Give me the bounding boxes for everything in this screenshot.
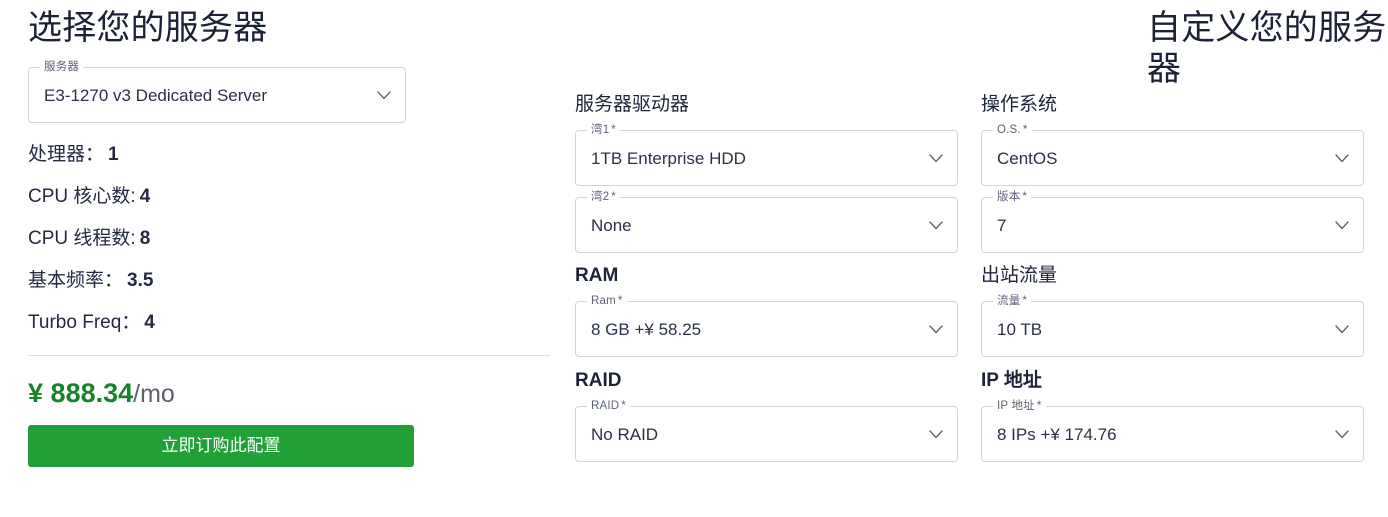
section-title-outbound-traffic: 出站流量 xyxy=(981,264,1058,286)
section-outbound-traffic: 出站流量 流量 * 10 TB xyxy=(981,264,1364,357)
price-divider xyxy=(28,354,550,356)
section-operating-system: 操作系统 O.S. * CentOS 版本 * 7 xyxy=(981,94,1364,253)
os-select[interactable]: O.S. * CentOS xyxy=(981,122,1364,186)
bay2-select[interactable]: 湾2 * None xyxy=(575,189,958,253)
server-select-label: 服务器 xyxy=(40,59,84,74)
os-version-select-value: 7 xyxy=(997,216,1007,235)
spec-row-cpu-cores: CPU 核心数: 4 xyxy=(28,187,572,206)
order-now-button[interactable]: 立即订购此配置 xyxy=(28,424,414,467)
section-server-drives: 服务器驱动器 湾1 * 1TB Enterprise HDD 湾2 * None xyxy=(575,94,958,253)
ip-select[interactable]: IP 地址 * 8 IPs +¥ 174.76 xyxy=(981,398,1364,462)
os-select-value: CentOS xyxy=(997,149,1058,168)
chevron-down-icon xyxy=(1335,430,1349,439)
spec-row-turbo-freq: Turbo Freq： 4 xyxy=(28,313,572,332)
section-title-raid: RAID xyxy=(575,369,622,391)
spec-label: Turbo Freq： xyxy=(28,311,141,333)
server-configurator-page: 选择您的服务器 服务器 E3-1270 v3 Dedicated Server … xyxy=(0,0,1388,517)
ip-select-value: 8 IPs +¥ 174.76 xyxy=(997,425,1117,444)
ram-select-label: Ram * xyxy=(587,293,627,308)
ip-select-label: IP 地址 * xyxy=(993,398,1046,413)
spec-row-base-freq: 基本频率： 3.5 xyxy=(28,271,572,290)
price-display: ¥ 888.34/mo xyxy=(28,377,572,408)
raid-select-label: RAID * xyxy=(587,398,630,413)
section-title-server-drives: 服务器驱动器 xyxy=(575,94,690,115)
chevron-down-icon xyxy=(929,154,943,163)
bandwidth-select-label: 流量 * xyxy=(993,293,1032,308)
section-ip-addresses: IP 地址 IP 地址 * 8 IPs +¥ 174.76 xyxy=(981,369,1364,462)
chevron-down-icon xyxy=(929,430,943,439)
bay1-select-label: 湾1 * xyxy=(587,122,620,137)
bay1-select[interactable]: 湾1 * 1TB Enterprise HDD xyxy=(575,122,958,186)
price-currency: ¥ xyxy=(28,377,44,408)
price-period: /mo xyxy=(133,379,175,408)
section-ram: RAM Ram * 8 GB +¥ 58.25 xyxy=(575,264,958,357)
spec-value: 4 xyxy=(144,311,155,333)
bay2-select-value: None xyxy=(591,216,632,235)
ram-select-value: 8 GB +¥ 58.25 xyxy=(591,320,702,339)
spec-value: 4 xyxy=(139,185,151,207)
os-select-label: O.S. * xyxy=(993,122,1032,137)
spec-label: CPU 核心数: xyxy=(28,185,136,207)
section-title-ip-addresses: IP 地址 xyxy=(981,369,1042,391)
section-raid: RAID RAID * No RAID xyxy=(575,369,958,462)
server-select-value: E3-1270 v3 Dedicated Server xyxy=(44,86,268,105)
price-amount: 888.34 xyxy=(50,377,134,408)
choose-server-panel: 选择您的服务器 服务器 E3-1270 v3 Dedicated Server … xyxy=(0,0,572,517)
section-title-ram: RAM xyxy=(575,264,619,286)
server-spec-list: 处理器： 1 CPU 核心数: 4 CPU 线程数: 8 基本频率： 3.5 Turbo… xyxy=(28,145,572,332)
spec-value: 8 xyxy=(139,227,151,249)
raid-select[interactable]: RAID * No RAID xyxy=(575,398,958,462)
spec-label: 处理器： xyxy=(28,143,105,165)
os-version-select[interactable]: 版本 * 7 xyxy=(981,189,1364,253)
chevron-down-icon xyxy=(1335,325,1349,334)
chevron-down-icon xyxy=(1335,154,1349,163)
chevron-down-icon xyxy=(929,221,943,230)
spec-row-cpu-threads: CPU 线程数: 8 xyxy=(28,229,572,248)
chevron-down-icon xyxy=(377,91,391,100)
customization-options-grid: 服务器驱动器 湾1 * 1TB Enterprise HDD 湾2 * None 操… xyxy=(575,94,1370,476)
spec-value: 3.5 xyxy=(127,269,154,291)
spec-value: 1 xyxy=(108,143,119,165)
raid-select-value: No RAID xyxy=(591,425,659,444)
spec-row-processors: 处理器： 1 xyxy=(28,145,572,164)
ram-select[interactable]: Ram * 8 GB +¥ 58.25 xyxy=(575,293,958,357)
server-select[interactable]: 服务器 E3-1270 v3 Dedicated Server xyxy=(28,59,406,123)
page-title-choose-server: 选择您的服务器 xyxy=(28,9,268,47)
spec-label: CPU 线程数: xyxy=(28,227,136,249)
chevron-down-icon xyxy=(1335,221,1349,230)
page-title-customize-server: 自定义您的服务器 xyxy=(1147,9,1387,88)
bandwidth-select[interactable]: 流量 * 10 TB xyxy=(981,293,1364,357)
bandwidth-select-value: 10 TB xyxy=(997,320,1043,339)
spec-label: 基本频率： xyxy=(28,269,124,291)
section-title-operating-system: 操作系统 xyxy=(981,94,1058,115)
chevron-down-icon xyxy=(929,325,943,334)
bay1-select-value: 1TB Enterprise HDD xyxy=(591,149,746,168)
